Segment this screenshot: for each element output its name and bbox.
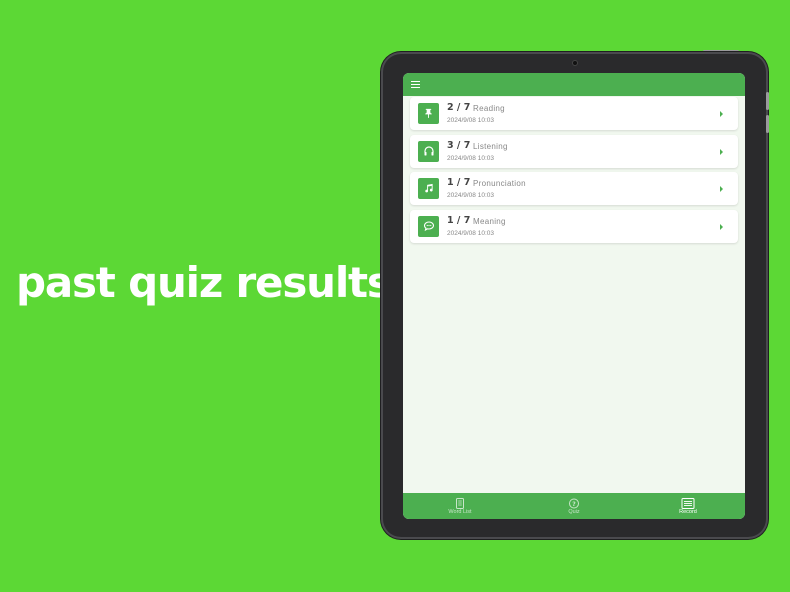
result-quiz-type: Reading: [473, 104, 505, 113]
tab-quiz[interactable]: ? Quiz: [517, 493, 631, 519]
chevron-right-icon: [720, 186, 723, 193]
headline: past quiz results: [16, 258, 392, 307]
svg-text:?: ?: [572, 501, 576, 508]
result-date: 2024/9/08 10:03: [447, 192, 494, 200]
result-quiz-type: Pronunciation: [473, 179, 526, 189]
result-date: 2024/9/08 10:03: [447, 117, 494, 124]
result-item-pronunciation[interactable]: 1 / 7 Pronunciation 2024/9/08 10:03: [410, 172, 738, 206]
quiz-results-list: 2 / 7 Reading 2024/9/08 10:03 3 / 7 List…: [410, 97, 738, 247]
speech-bubble-icon: [418, 215, 439, 237]
hamburger-menu-icon[interactable]: [411, 81, 420, 88]
result-item-meaning[interactable]: 1 / 7 Meaning 2024/9/08 10:03: [410, 209, 738, 243]
result-item-reading[interactable]: 2 / 7 Reading 2024/9/08 10:03: [410, 97, 738, 130]
result-date: 2024/9/08 10:03: [447, 154, 494, 162]
tab-label: Record: [679, 509, 697, 515]
result-score: 1 / 7: [447, 177, 471, 189]
tab-record[interactable]: Record: [631, 493, 745, 519]
music-note-icon: [418, 178, 439, 200]
result-score: 2 / 7: [447, 102, 471, 113]
result-quiz-type: Listening: [473, 141, 508, 151]
tablet-volume-down-button: [766, 115, 769, 133]
app-bar: [403, 73, 745, 96]
tab-word-list[interactable]: Word List: [403, 493, 517, 519]
chevron-right-icon: [720, 111, 723, 117]
chevron-right-icon: [720, 223, 723, 230]
bottom-tab-bar: Word List ? Quiz Record: [403, 493, 745, 519]
headphones-icon: [418, 140, 439, 162]
result-date: 2024/9/08 10:03: [447, 229, 494, 237]
chevron-right-icon: [720, 148, 723, 155]
pin-icon: [418, 103, 439, 124]
result-quiz-type: Meaning: [473, 216, 506, 226]
app-screen: 2 / 7 Reading 2024/9/08 10:03 3 / 7 List…: [403, 73, 745, 519]
result-score: 3 / 7: [447, 139, 471, 151]
tablet-volume-up-button: [766, 92, 769, 110]
tab-label: Word List: [448, 509, 472, 515]
front-camera: [572, 60, 578, 66]
tab-label: Quiz: [568, 509, 580, 515]
result-item-listening[interactable]: 3 / 7 Listening 2024/9/08 10:03: [410, 134, 738, 168]
result-score: 1 / 7: [447, 214, 471, 226]
